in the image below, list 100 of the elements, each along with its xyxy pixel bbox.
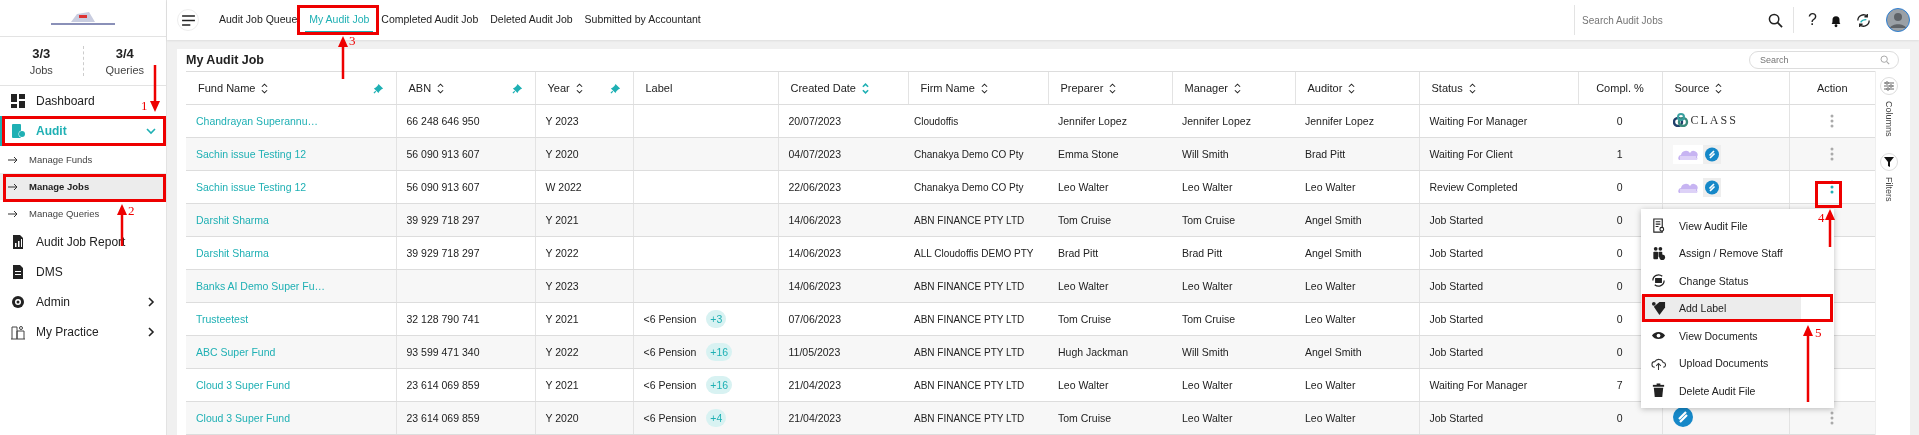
table-cell: Job Started xyxy=(1419,203,1578,237)
avatar[interactable] xyxy=(1886,8,1910,32)
column-header[interactable]: Auditor xyxy=(1295,71,1419,105)
table-cell: Y 2021 xyxy=(535,302,633,336)
nav-subitem[interactable]: Manage Queries xyxy=(0,200,108,227)
table-cell: Leo Walter xyxy=(1172,368,1295,402)
tab[interactable]: Completed Audit Job xyxy=(377,7,483,33)
sort-icon[interactable] xyxy=(1468,82,1476,94)
step-number: 2 xyxy=(128,204,135,217)
column-header[interactable]: Firm Name xyxy=(908,71,1048,105)
table-cell: Y 2023 xyxy=(535,269,633,303)
table-cell: Tom Cruise xyxy=(1048,203,1172,237)
column-header[interactable]: Fund Name xyxy=(186,71,396,105)
annotation-arrow xyxy=(150,65,160,112)
nav-item[interactable]: Dashboard xyxy=(0,86,105,116)
column-header[interactable]: Action xyxy=(1789,71,1875,105)
step-number: 1 xyxy=(141,99,148,112)
nav-subitem[interactable]: Manage Funds xyxy=(0,146,101,173)
pin-icon[interactable] xyxy=(609,82,621,94)
label-tag: <6 Pension xyxy=(643,379,697,391)
nav-item[interactable]: Admin xyxy=(0,287,166,317)
sort-icon[interactable] xyxy=(1715,82,1723,94)
tab[interactable]: Submitted by Accountant xyxy=(580,7,705,33)
table-cell: Jennifer Lopez xyxy=(1295,104,1419,138)
sort-icon[interactable] xyxy=(1348,82,1356,94)
table-cell: Brad Pitt xyxy=(1295,137,1419,171)
annotation-arrow xyxy=(338,36,348,79)
nav-item[interactable]: My Practice xyxy=(0,317,166,347)
table-cell: ABN FINANCE PTY LTD xyxy=(908,203,1048,237)
table-cell: Hugh Jackman xyxy=(1048,335,1172,369)
table-cell: Leo Walter xyxy=(1295,368,1419,402)
column-title: Auditor xyxy=(1307,82,1343,94)
table-cell: Leo Walter xyxy=(1048,170,1172,204)
column-header[interactable]: Label xyxy=(633,71,778,105)
column-title: Year xyxy=(547,82,570,94)
tab[interactable]: Audit Job Queue xyxy=(215,7,302,33)
column-header[interactable]: Compl. % xyxy=(1578,71,1662,105)
table-cell: Job Started xyxy=(1419,401,1578,435)
table-cell: 0 xyxy=(1578,170,1662,204)
stat-label: Jobs xyxy=(29,64,53,76)
table-cell: Y 2021 xyxy=(535,203,633,237)
search-field[interactable]: Search xyxy=(1749,51,1899,69)
side-panel-tab[interactable]: Filters xyxy=(1883,176,1894,201)
gear-icon xyxy=(10,294,26,310)
column-header[interactable]: Status xyxy=(1419,71,1578,105)
sync-icon[interactable] xyxy=(1855,11,1872,29)
column-header[interactable]: Created Date xyxy=(778,71,908,105)
column-title: Firm Name xyxy=(920,82,975,94)
column-title: Status xyxy=(1431,82,1463,94)
table-cell: Angel Smith xyxy=(1295,335,1419,369)
column-title: Fund Name xyxy=(198,82,256,94)
chart-document-icon xyxy=(10,234,26,250)
sort-icon[interactable] xyxy=(980,82,988,94)
table-cell: Y 2023 xyxy=(535,104,633,138)
help-button[interactable]: ? xyxy=(1808,11,1817,29)
table-cell: 39 929 718 297 xyxy=(396,236,535,270)
table-cell: Jennifer Lopez xyxy=(1048,104,1172,138)
table-cell: 23 614 069 859 xyxy=(396,401,535,435)
pin-icon[interactable] xyxy=(511,82,523,94)
column-header[interactable]: Year xyxy=(535,71,633,105)
column-header[interactable]: Preparer xyxy=(1048,71,1172,105)
sort-icon[interactable] xyxy=(575,82,583,94)
sort-icon[interactable] xyxy=(437,82,445,94)
menu-icon xyxy=(181,14,195,26)
side-panel-tab[interactable]: Columns xyxy=(1883,101,1894,137)
column-title: Created Date xyxy=(790,82,856,94)
table-cell: Waiting For Client xyxy=(1419,137,1578,171)
column-header[interactable]: Manager xyxy=(1172,71,1295,105)
table-cell: 14/06/2023 xyxy=(778,203,908,237)
arrow-right-icon xyxy=(8,182,18,191)
sort-icon[interactable] xyxy=(1233,82,1241,94)
table-cell: 14/06/2023 xyxy=(778,269,908,303)
table-cell: Chanakya Demo CO Pty xyxy=(908,137,1048,171)
pin-icon[interactable] xyxy=(372,82,384,94)
table-cell: Brad Pitt xyxy=(1048,236,1172,270)
menu-button[interactable] xyxy=(177,9,199,31)
column-title: Compl. % xyxy=(1596,82,1644,94)
column-title: Label xyxy=(645,82,673,94)
stat-value: 3/3 xyxy=(32,46,51,61)
search-icon[interactable] xyxy=(1768,12,1784,28)
people-icon xyxy=(1651,245,1666,261)
sort-icon[interactable] xyxy=(261,82,269,94)
annotation-arrow xyxy=(1825,209,1835,247)
sort-icon[interactable] xyxy=(1109,82,1117,94)
table-cell: Emma Stone xyxy=(1048,137,1172,171)
sliders-icon[interactable] xyxy=(1879,77,1898,95)
column-title: Manager xyxy=(1184,82,1228,94)
search-field[interactable]: Search Audit Jobs xyxy=(1574,5,1763,35)
table-cell: Tom Cruise xyxy=(1172,302,1295,336)
arrow-right-icon xyxy=(8,155,18,164)
column-header[interactable]: Source xyxy=(1662,71,1789,105)
nav-item[interactable]: DMS xyxy=(0,257,73,287)
table-cell: Will Smith xyxy=(1172,335,1295,369)
table-cell: Will Smith xyxy=(1172,137,1295,171)
label-tag: <6 Pension xyxy=(643,412,697,424)
tab[interactable]: Deleted Audit Job xyxy=(486,7,577,33)
table-cell: Review Completed xyxy=(1419,170,1578,204)
column-header[interactable]: ABN xyxy=(396,71,535,105)
table-cell: 14/06/2023 xyxy=(778,236,908,270)
filter-icon[interactable] xyxy=(1879,152,1898,171)
